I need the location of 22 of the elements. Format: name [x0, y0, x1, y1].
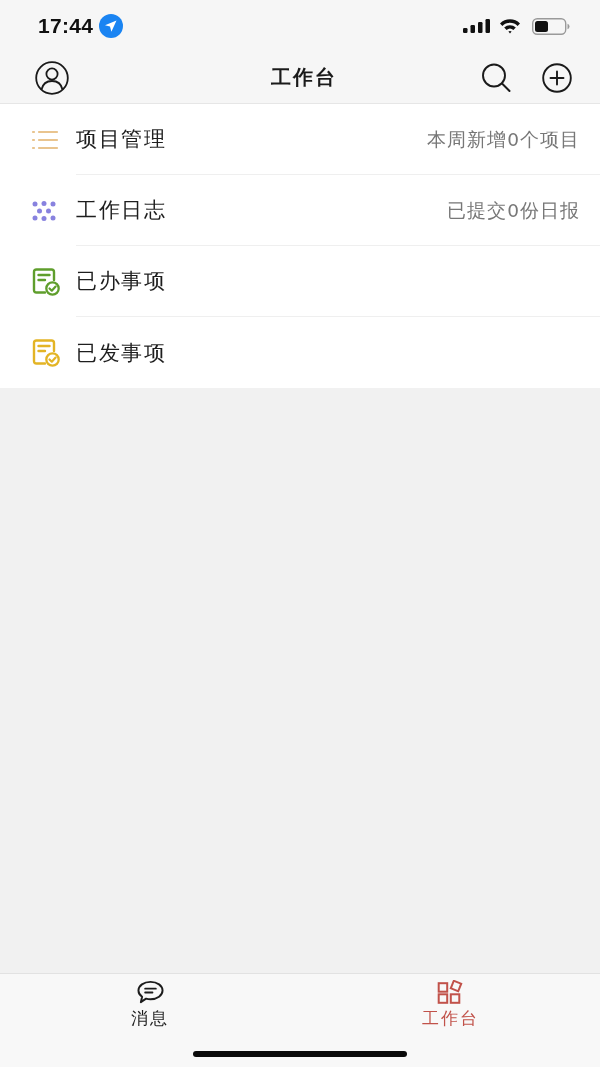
- wifi-icon: [499, 18, 521, 34]
- chat-bubble-icon: [136, 980, 164, 1004]
- add-icon[interactable]: [542, 62, 572, 93]
- menu-item[interactable]: 已发事项: [0, 317, 600, 388]
- menu-item-label: 项目管理: [76, 126, 166, 153]
- menu-item[interactable]: 已办事项: [0, 246, 600, 317]
- tab-bar-tab[interactable]: 工作台: [300, 974, 600, 1028]
- menu-item[interactable]: 项目管理 本周新增0个项目: [0, 104, 600, 175]
- menu-item[interactable]: 工作日志 已提交0份日报: [0, 175, 600, 246]
- menu-item-label: 工作日志: [76, 197, 166, 224]
- signal-icon: [463, 19, 490, 33]
- status-time: 17:44: [38, 14, 94, 38]
- user-profile-icon[interactable]: [35, 60, 69, 95]
- search-icon[interactable]: [481, 62, 511, 93]
- menu-item-summary: 已提交0份日报: [447, 198, 580, 223]
- menu-item-label: 已发事项: [76, 339, 166, 367]
- menu-item-label: 已办事项: [76, 268, 166, 295]
- grid-squares-icon: [436, 980, 464, 1004]
- tab-bar-tab[interactable]: 消息: [0, 974, 300, 1028]
- battery-icon: [532, 17, 570, 35]
- menu-item-summary: 本周新增0个项目: [427, 127, 580, 152]
- page-title: 工作台: [270, 64, 337, 91]
